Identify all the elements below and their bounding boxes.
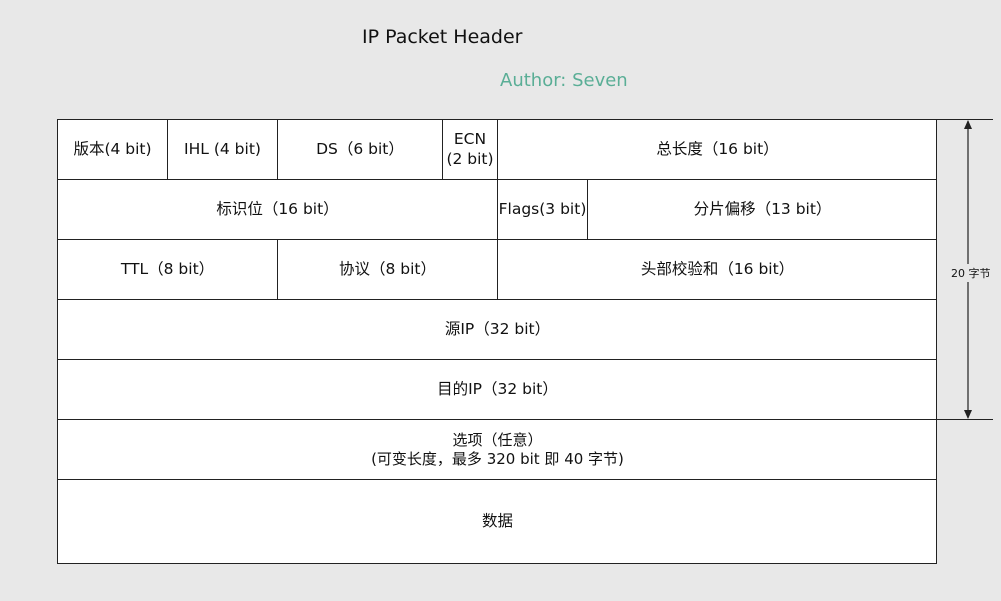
- ip-header-diagram: 版本(4 bit) IHL (4 bit) DS（6 bit） ECN (2 b…: [57, 119, 937, 564]
- field-flags: Flags(3 bit): [498, 180, 588, 240]
- field-header-checksum: 头部校验和（16 bit）: [498, 240, 937, 300]
- field-ttl: TTL（8 bit）: [58, 240, 278, 300]
- field-fragment-offset: 分片偏移（13 bit）: [588, 180, 937, 240]
- field-ecn: ECN (2 bit): [443, 120, 498, 180]
- field-source-ip: 源IP（32 bit）: [58, 300, 937, 360]
- author-label: Author: Seven: [500, 70, 628, 91]
- field-destination-ip: 目的IP（32 bit）: [58, 360, 937, 420]
- field-options: 选项（任意） (可变长度，最多 320 bit 即 40 字节): [58, 420, 937, 480]
- field-identification: 标识位（16 bit）: [58, 180, 498, 240]
- field-ihl: IHL (4 bit): [168, 120, 278, 180]
- field-data: 数据: [481, 512, 513, 531]
- diagram-title: IP Packet Header: [362, 26, 523, 48]
- field-version: 版本(4 bit): [58, 120, 168, 180]
- field-protocol: 协议（8 bit）: [278, 240, 498, 300]
- field-total-length: 总长度（16 bit）: [498, 120, 937, 180]
- arrow-up-icon: [964, 120, 972, 129]
- header-size-label: 20 字节: [949, 264, 993, 282]
- arrow-down-icon: [964, 410, 972, 419]
- field-ds: DS（6 bit）: [278, 120, 443, 180]
